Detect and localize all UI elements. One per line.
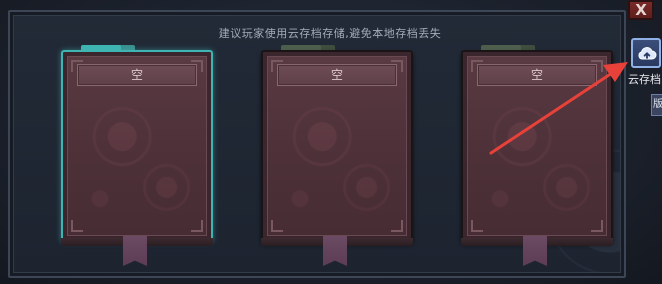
close-icon: X xyxy=(635,1,647,19)
save-slot-3[interactable]: 空 xyxy=(461,45,613,266)
close-button[interactable]: X xyxy=(628,0,654,20)
save-slot-2[interactable]: 空 xyxy=(261,45,413,266)
cloud-save-button[interactable] xyxy=(631,38,661,68)
book-corner-ornament xyxy=(471,220,483,232)
slot-3-label: 空 xyxy=(477,64,597,86)
book-corner-ornament xyxy=(391,220,403,232)
save-book-2: 空 xyxy=(261,50,413,242)
save-book-1: 空 xyxy=(61,50,213,242)
book-corner-ornament xyxy=(271,220,283,232)
bookmark-ribbon xyxy=(323,236,347,266)
save-book-3: 空 xyxy=(461,50,613,242)
bookmark-ribbon xyxy=(523,236,547,266)
side-tab[interactable]: 版 xyxy=(651,94,662,116)
book-corner-ornament xyxy=(591,220,603,232)
book-corner-ornament xyxy=(71,220,83,232)
bookmark-ribbon xyxy=(123,236,147,266)
slot-1-label: 空 xyxy=(77,64,197,86)
slot-2-label: 空 xyxy=(277,64,397,86)
cloud-save-hint: 建议玩家使用云存档存储,避免本地存档丢失 xyxy=(218,27,442,40)
save-slot-1[interactable]: 空 xyxy=(61,45,213,266)
save-panel: 建议玩家使用云存档存储,避免本地存档丢失 空 空 空 xyxy=(8,10,626,278)
cloud-save-label: 云存档 xyxy=(628,73,661,86)
save-select-screen: 建议玩家使用云存档存储,避免本地存档丢失 空 空 空 X 云存档 版 xyxy=(0,0,662,284)
book-corner-ornament xyxy=(191,220,203,232)
cloud-upload-icon xyxy=(638,47,657,60)
